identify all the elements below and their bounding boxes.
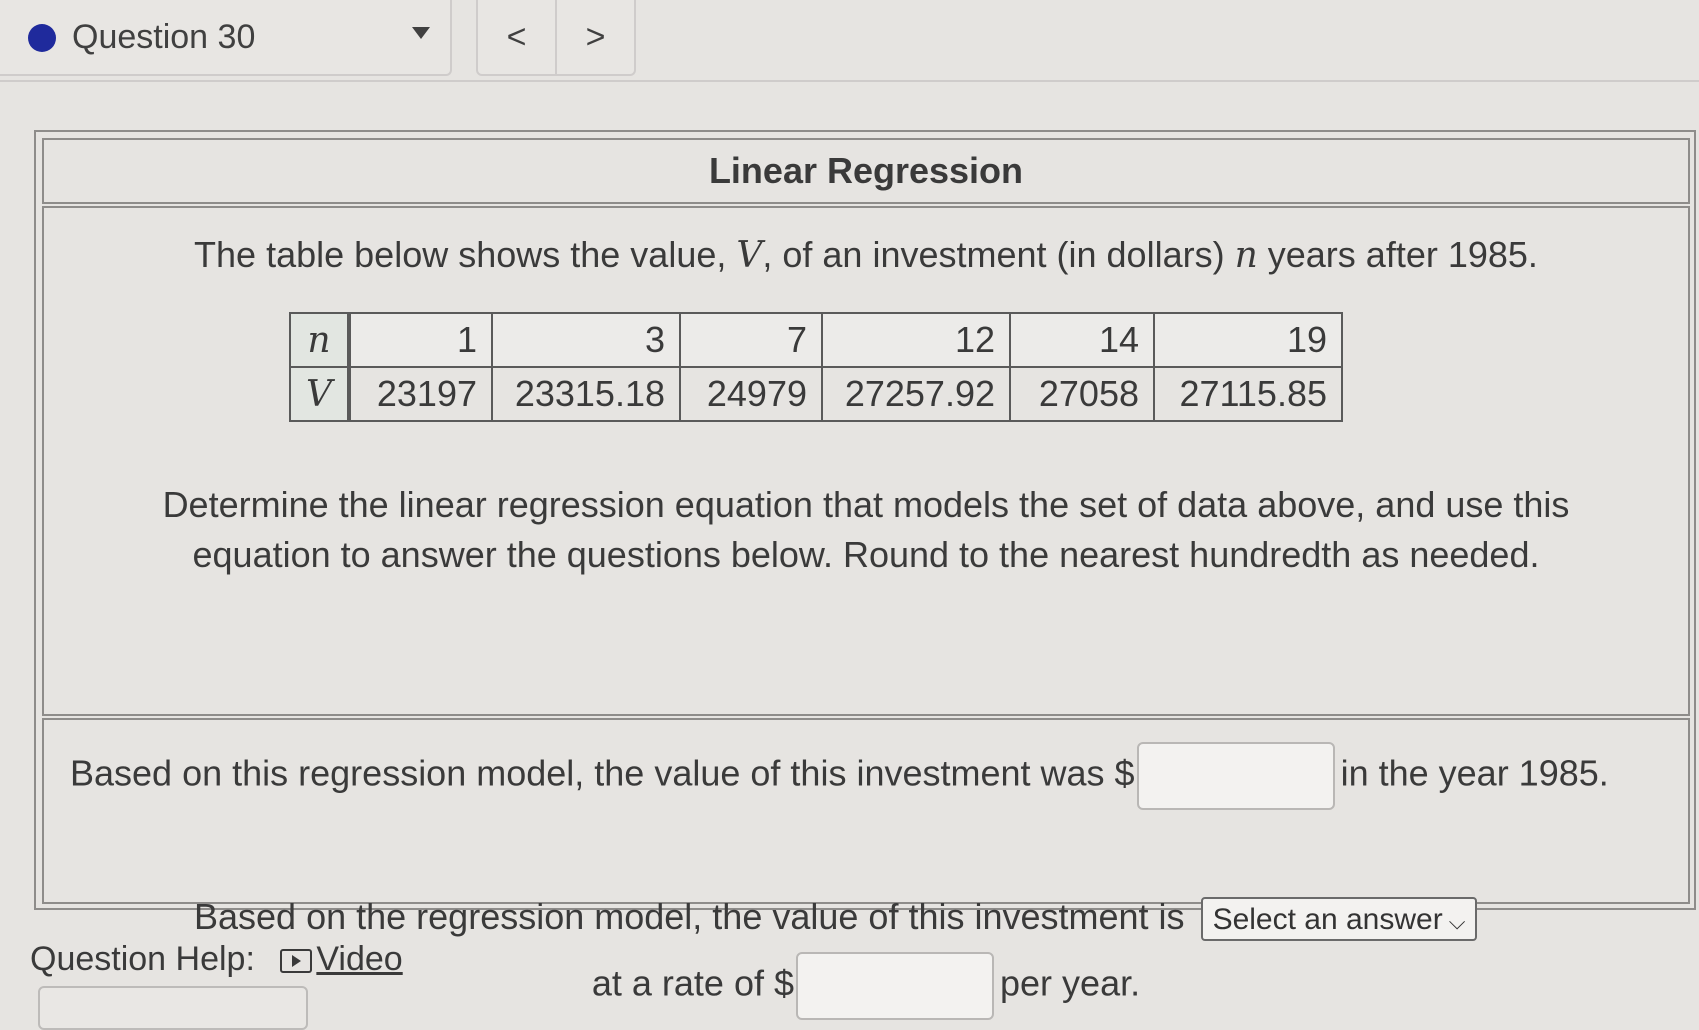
question-selector[interactable]: Question 30 <box>0 0 452 76</box>
instructions-line-1: Determine the linear regression equation… <box>162 484 1570 525</box>
table-cell: 19 <box>1153 312 1343 368</box>
desc-text-2: , of an investment (in dollars) <box>762 234 1235 275</box>
answer-section: Based on this regression model, the valu… <box>42 718 1690 1020</box>
question-2: Based on the regression model, the value… <box>194 896 1478 942</box>
table-cell: 27115.85 <box>1153 366 1343 422</box>
next-question-button[interactable]: > <box>555 0 634 74</box>
trend-select[interactable]: Select an answer ⌵ <box>1200 897 1478 942</box>
table-cell: 7 <box>679 312 823 368</box>
table-cell: 3 <box>491 312 681 368</box>
title-section: Linear Regression <box>42 138 1690 204</box>
value-1985-input[interactable] <box>1136 742 1335 810</box>
help-label: Question Help: <box>30 940 255 978</box>
prev-question-button[interactable]: < <box>478 0 555 74</box>
problem-description: The table below shows the value, V, of a… <box>44 234 1688 276</box>
info-section: The table below shows the value, V, of a… <box>42 206 1690 716</box>
problem-title: Linear Regression <box>708 150 1024 191</box>
var-n: n <box>1234 235 1258 276</box>
table-cell: 24979 <box>679 366 823 422</box>
divider <box>0 80 1699 82</box>
question-panel: Linear Regression The table below shows … <box>34 130 1696 1020</box>
video-icon[interactable] <box>280 949 313 974</box>
bottom-button[interactable] <box>38 986 308 1030</box>
table-cell: 23315.18 <box>491 366 681 422</box>
question-label: Question 30 <box>72 18 256 56</box>
table-cell: 14 <box>1009 312 1155 368</box>
desc-text-1: The table below shows the value, <box>194 234 737 275</box>
table-cell: 27058 <box>1009 366 1155 422</box>
q2-text: Based on the regression model, the value… <box>194 896 1185 937</box>
data-table: n 1 3 7 12 14 19 V 23197 23315.18 24979 … <box>289 312 1343 422</box>
row-header-v: V <box>289 366 351 422</box>
instructions: Determine the linear regression equation… <box>84 480 1648 580</box>
chevron-down-icon: ⌵ <box>1448 909 1466 935</box>
question-status-dot <box>28 24 56 52</box>
video-link[interactable]: Video <box>316 940 402 978</box>
table-cell: 27257.92 <box>821 366 1011 422</box>
question-help: Question Help: Video <box>30 940 403 979</box>
row-header-n: n <box>289 312 351 368</box>
q1-text: Based on this regression model, the valu… <box>70 752 1135 794</box>
table-row: n 1 3 7 12 14 19 <box>289 312 1343 368</box>
instructions-line-2: equation to answer the questions below. … <box>192 534 1540 575</box>
question-1: Based on this regression model, the valu… <box>70 742 1609 810</box>
table-row: V 23197 23315.18 24979 27257.92 27058 27… <box>289 366 1343 422</box>
rate-input[interactable] <box>796 952 995 1020</box>
q1-text-end: in the year 1985. <box>1340 752 1609 794</box>
select-value: Select an answer <box>1212 903 1443 937</box>
var-v: V <box>736 235 763 276</box>
table-cell: 1 <box>348 312 493 368</box>
caret-down-icon[interactable] <box>412 27 430 39</box>
question-pager: < > <box>476 0 636 76</box>
q3-text: at a rate of $ <box>591 962 795 1004</box>
table-cell: 12 <box>821 312 1011 368</box>
desc-text-3: years after 1985. <box>1257 234 1538 275</box>
q3-text-end: per year. <box>1000 962 1141 1004</box>
table-cell: 23197 <box>348 366 493 422</box>
